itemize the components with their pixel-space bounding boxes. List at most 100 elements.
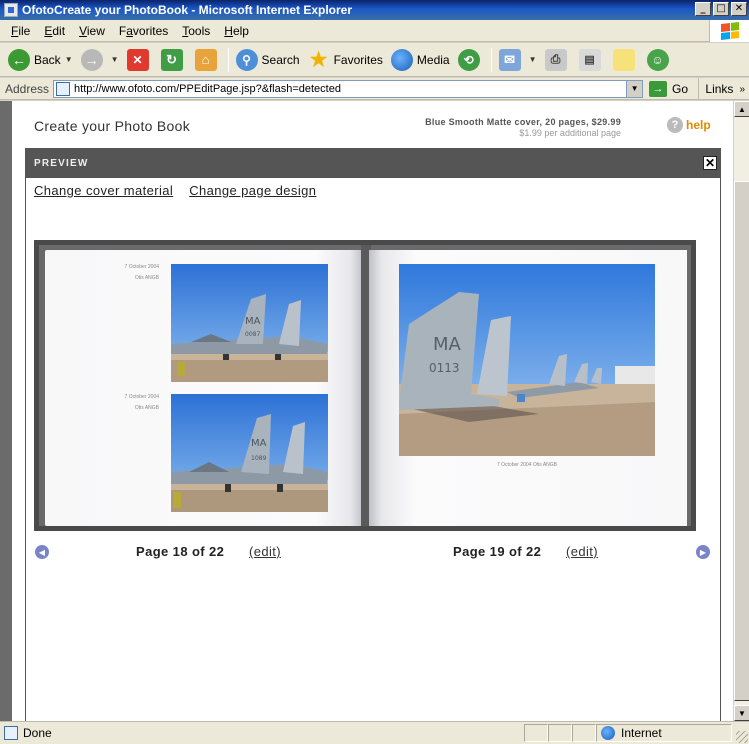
window-controls: _ □ ✕ <box>695 2 747 16</box>
edit-left-page-link[interactable]: (edit) <box>249 544 281 559</box>
chevron-right-icon[interactable]: » <box>739 84 745 95</box>
address-input[interactable]: http://www.ofoto.com/PPEditPage.jsp?&fla… <box>53 79 644 98</box>
address-label: Address <box>5 81 50 96</box>
preview-links: Change cover material Change page design <box>34 183 316 198</box>
page-left-border <box>0 101 12 721</box>
security-zone: Internet <box>596 724 732 742</box>
right-page[interactable]: MA 0113 7 October 2004 Otis ANGB <box>369 250 687 526</box>
refresh-button[interactable]: ↻ <box>157 45 191 75</box>
close-window-button[interactable]: ✕ <box>731 2 747 16</box>
menu-help[interactable]: Help <box>217 24 256 38</box>
caption-date: 7 October 2004 <box>124 394 159 400</box>
scroll-down-icon[interactable]: ▼ <box>734 705 749 721</box>
help-link[interactable]: ? help <box>667 117 711 133</box>
scroll-up-icon[interactable]: ▲ <box>734 101 749 117</box>
additional-page-price: $1.99 per additional page <box>519 128 621 138</box>
photo-jets-top[interactable]: MA 0087 <box>171 264 328 382</box>
windows-flag-icon <box>720 22 739 40</box>
links-label: Links <box>705 82 734 96</box>
edit-page-icon: ▤ <box>578 48 601 71</box>
edit-button[interactable]: ▤ <box>575 45 609 75</box>
stop-button[interactable]: ✕ <box>123 45 157 75</box>
minimize-button[interactable]: _ <box>695 2 711 16</box>
favorites-label: Favorites <box>333 52 383 67</box>
toolbar-separator <box>490 47 492 72</box>
search-button[interactable]: ⚲ Search <box>232 45 304 75</box>
vertical-scrollbar[interactable]: ▲ ▼ <box>733 101 749 721</box>
back-arrow-icon: ← <box>8 48 30 71</box>
back-dropdown-icon[interactable]: ▼ <box>65 55 73 64</box>
address-url[interactable]: http://www.ofoto.com/PPEditPage.jsp?&fla… <box>74 83 341 95</box>
preview-panel: PREVIEW ✕ Change cover material Change p… <box>25 148 721 721</box>
zone-label: Internet <box>621 726 662 740</box>
previous-page-arrow-icon[interactable]: ◀ <box>35 545 49 559</box>
back-button[interactable]: ← Back ▼ <box>4 45 77 75</box>
mail-button[interactable]: ✉ ▼ <box>495 45 541 75</box>
go-button[interactable]: → Go <box>649 80 688 97</box>
toolbar-separator <box>227 47 229 72</box>
back-label: Back <box>34 52 61 67</box>
close-preview-button[interactable]: ✕ <box>703 156 717 170</box>
scroll-thumb[interactable] <box>734 181 749 701</box>
history-button[interactable]: ⟲ <box>454 45 488 75</box>
mail-icon: ✉ <box>498 48 521 71</box>
messenger-button[interactable]: ☺ <box>643 45 677 75</box>
menu-file[interactable]: File <box>4 24 37 38</box>
links-toolbar[interactable]: Links » <box>698 78 749 100</box>
mail-dropdown-icon[interactable]: ▼ <box>529 55 537 64</box>
next-page-arrow-icon[interactable]: ▶ <box>696 545 710 559</box>
page-done-icon <box>4 726 18 740</box>
tail-letters: MA <box>251 438 267 449</box>
print-button[interactable]: ⎙ <box>541 45 575 75</box>
tail-number: 1089 <box>251 455 266 462</box>
ie-page-icon <box>4 3 18 17</box>
history-icon: ⟲ <box>457 48 480 71</box>
large-photo-caption: 7 October 2004 Otis ANGB <box>496 462 558 468</box>
address-dropdown-icon[interactable]: ▼ <box>626 80 643 97</box>
messenger-icon: ☺ <box>646 48 669 71</box>
menu-favorites[interactable]: Favorites <box>112 24 175 38</box>
home-button[interactable]: ⌂ <box>191 45 225 75</box>
resize-grip-icon[interactable] <box>736 731 748 743</box>
preview-title: PREVIEW <box>34 158 89 169</box>
status-cell <box>548 724 572 742</box>
go-arrow-icon: → <box>649 80 668 97</box>
home-icon: ⌂ <box>194 48 217 71</box>
left-page[interactable]: 7 October 2004 Otis ANGB MA 0087 7 Octob… <box>45 250 363 526</box>
edit-right-page-link[interactable]: (edit) <box>566 544 598 559</box>
discuss-button[interactable] <box>609 45 643 75</box>
forward-dropdown-icon[interactable]: ▼ <box>111 55 119 64</box>
menu-edit[interactable]: Edit <box>37 24 72 38</box>
discuss-note-icon <box>612 48 635 71</box>
status-cell <box>524 724 548 742</box>
status-bar: Done Internet <box>0 721 749 744</box>
change-page-design-link[interactable]: Change page design <box>189 183 316 198</box>
print-icon: ⎙ <box>544 48 567 71</box>
caption-date: 7 October 2004 <box>124 264 159 270</box>
media-button[interactable]: Media <box>387 45 454 75</box>
cover-description: Blue Smooth Matte cover, 20 pages, $29.9… <box>425 117 621 127</box>
left-page-number: Page 18 of 22 <box>136 544 225 559</box>
title-bar: OfotoCreate your PhotoBook - Microsoft I… <box>0 0 749 20</box>
internet-globe-icon <box>601 726 615 740</box>
refresh-icon: ↻ <box>160 48 183 71</box>
favorites-button[interactable]: ★ Favorites <box>304 45 387 75</box>
media-label: Media <box>416 52 450 67</box>
maximize-button[interactable]: □ <box>713 2 729 16</box>
address-bar: Address http://www.ofoto.com/PPEditPage.… <box>0 78 749 100</box>
forward-arrow-icon: → <box>80 48 103 71</box>
stop-icon: ✕ <box>126 48 149 71</box>
photo-jet-tail-large[interactable]: MA 0113 <box>399 264 655 456</box>
photo-caption: 7 October 2004 Otis ANGB <box>89 264 159 281</box>
change-cover-link[interactable]: Change cover material <box>34 183 173 198</box>
tail-number: 0087 <box>245 331 260 338</box>
forward-button[interactable]: → ▼ <box>77 45 123 75</box>
status-text: Done <box>23 726 52 740</box>
menu-bar: File Edit View Favorites Tools Help <box>0 20 749 42</box>
window-title: OfotoCreate your PhotoBook - Microsoft I… <box>22 3 353 17</box>
photo-jets-bottom[interactable]: MA 1089 <box>171 394 328 512</box>
windows-logo <box>709 20 749 42</box>
search-icon: ⚲ <box>235 48 258 71</box>
menu-view[interactable]: View <box>72 24 112 38</box>
menu-tools[interactable]: Tools <box>175 24 217 38</box>
